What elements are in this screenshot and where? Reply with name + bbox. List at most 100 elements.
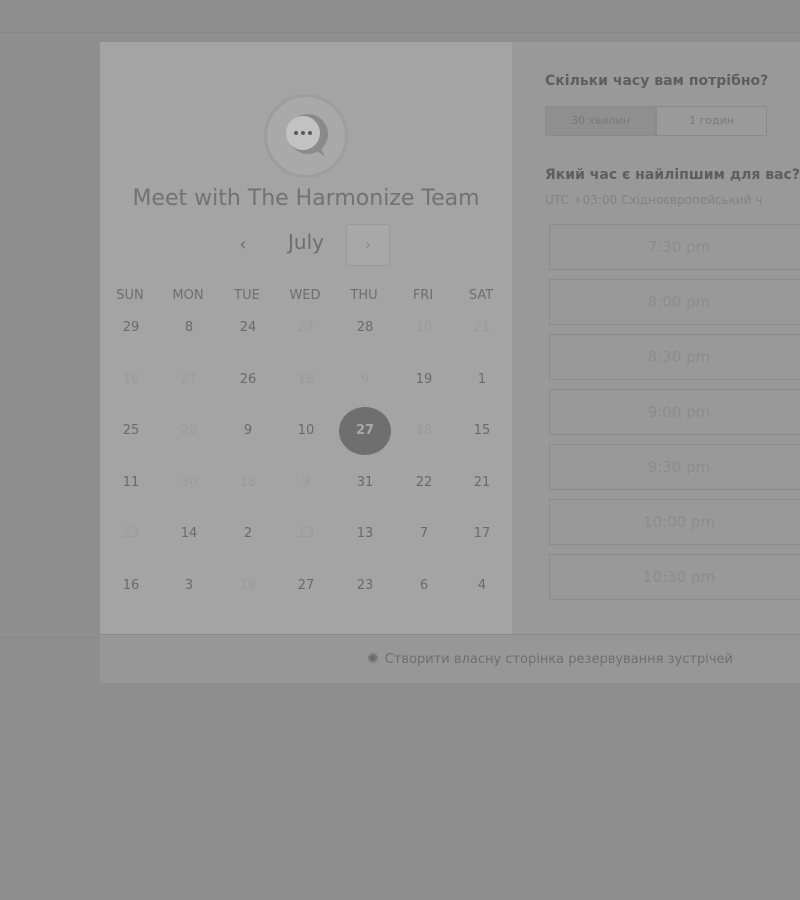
calendar-day-number: 25 (122, 423, 140, 438)
calendar-day[interactable]: 1 (456, 356, 508, 404)
calendar-day[interactable]: 28 (339, 304, 391, 352)
calendar-day-number: 30 (180, 475, 198, 490)
calendar-day[interactable]: 25 (105, 407, 157, 455)
calendar-day-number: 19 (239, 578, 257, 593)
chevron-left-icon: ‹ (239, 234, 247, 255)
time-slot[interactable]: 10:30 pm (549, 554, 800, 600)
page-divider-top (0, 32, 800, 33)
calendar-day-selected[interactable]: 27 (339, 407, 391, 455)
dow-thu: THU (350, 288, 378, 303)
calendar-day-number: 23 (356, 578, 374, 593)
duration-30min-button[interactable]: 30 хвилин (545, 106, 656, 136)
calendar-day[interactable]: 22 (398, 459, 450, 507)
calendar-day-number: 26 (239, 372, 257, 387)
calendar-day-number: 2 (243, 526, 253, 541)
calendar-day[interactable]: 9 (222, 407, 274, 455)
time-slot[interactable]: 8:00 pm (549, 279, 800, 325)
calendar-day-number: 23 (122, 526, 140, 541)
calendar-day-number: 11 (122, 475, 140, 490)
hubspot-sprocket-icon: ✺ (367, 651, 379, 667)
calendar-day-number: 19 (415, 372, 433, 387)
calendar-day[interactable]: 24 (222, 304, 274, 352)
calendar-day-number: 16 (122, 372, 140, 387)
calendar-day[interactable]: 16 (105, 562, 157, 610)
prev-month-button[interactable]: ‹ (230, 232, 256, 258)
duration-toggle: 30 хвилин 1 годин (545, 106, 767, 136)
calendar-day-number: 13 (356, 526, 374, 541)
calendar-day[interactable]: 2 (222, 510, 274, 558)
time-slot[interactable]: 9:00 pm (549, 389, 800, 435)
chat-bubble-icon (286, 114, 328, 157)
calendar-day[interactable]: 4 (456, 562, 508, 610)
time-slot[interactable]: 8:30 pm (549, 334, 800, 380)
calendar-day: 27 (163, 356, 215, 404)
calendar-day: 13 (280, 510, 332, 558)
dow-sun: SUN (116, 288, 144, 303)
next-month-button[interactable]: › (346, 224, 390, 266)
calendar-day[interactable]: 19 (398, 356, 450, 404)
calendar-day-number: 21 (473, 475, 491, 490)
dow-wed: WED (289, 288, 321, 303)
calendar-day-number: 4 (477, 578, 487, 593)
month-label: July (288, 230, 324, 254)
calendar-day[interactable]: 7 (398, 510, 450, 558)
calendar-day[interactable]: 8 (163, 304, 215, 352)
time-question: Який час є найліпшим для вас? (545, 167, 800, 183)
calendar-day: 18 (398, 407, 450, 455)
calendar-day-number: 21 (473, 320, 491, 335)
calendar-day[interactable]: 26 (222, 356, 274, 404)
calendar-day-number: 17 (473, 526, 491, 541)
calendar-day: 10 (398, 304, 450, 352)
create-booking-page-link[interactable]: ✺ Створити власну сторінка резервування … (367, 651, 733, 667)
calendar-day[interactable]: 6 (398, 562, 450, 610)
calendar-day-number: 8 (184, 320, 194, 335)
calendar-day-number: 13 (297, 526, 315, 541)
time-slot[interactable]: 9:30 pm (549, 444, 800, 490)
calendar-day-number: 31 (356, 475, 374, 490)
calendar-day[interactable]: 31 (339, 459, 391, 507)
calendar-day-number: 20 (180, 423, 198, 438)
timezone-selector[interactable]: UTC +03:00 Східноєвропейський ч (545, 193, 762, 207)
calendar-day: 16 (105, 356, 157, 404)
calendar-day: 23 (105, 510, 157, 558)
calendar-day: 18 (222, 459, 274, 507)
time-slot[interactable]: 10:00 pm (549, 499, 800, 545)
calendar-day-number: 9 (360, 372, 370, 387)
calendar-day[interactable]: 3 (163, 562, 215, 610)
calendar-day-number: 27 (297, 578, 315, 593)
calendar-day[interactable]: 17 (456, 510, 508, 558)
calendar-day: 19 (222, 562, 274, 610)
calendar-day-number: 28 (356, 320, 374, 335)
chevron-right-icon: › (364, 235, 372, 254)
meeting-booking-modal: Meet with The Harmonize Team ‹ July › SU… (100, 42, 800, 683)
calendar-day-number: 18 (415, 423, 433, 438)
calendar-day: 18 (280, 356, 332, 404)
calendar-day-number: 27 (180, 372, 198, 387)
calendar-day-number: 10 (415, 320, 433, 335)
dow-mon: MON (172, 288, 204, 303)
dow-tue: TUE (234, 288, 260, 303)
calendar-day[interactable]: 23 (339, 562, 391, 610)
calendar-day: 20 (163, 407, 215, 455)
calendar-day[interactable]: 13 (339, 510, 391, 558)
calendar-day-number: 1 (477, 372, 487, 387)
calendar-day-number: 24 (239, 320, 257, 335)
calendar-day[interactable]: 11 (105, 459, 157, 507)
calendar-day[interactable]: 14 (163, 510, 215, 558)
calendar-day-number: 9 (243, 423, 253, 438)
calendar-day-number: 10 (297, 423, 315, 438)
duration-1hour-button[interactable]: 1 годин (656, 106, 767, 136)
calendar-day[interactable]: 15 (456, 407, 508, 455)
calendar-day[interactable]: 27 (280, 562, 332, 610)
dow-sat: SAT (468, 288, 494, 303)
calendar-day-number: 14 (180, 526, 198, 541)
create-booking-page-label: Створити власну сторінка резервування зу… (384, 651, 733, 667)
calendar-panel: Meet with The Harmonize Team ‹ July › SU… (100, 42, 512, 634)
calendar-day[interactable]: 10 (280, 407, 332, 455)
calendar-day[interactable]: 21 (456, 459, 508, 507)
time-slot[interactable]: 7:30 pm (549, 224, 800, 270)
calendar-day-number: 16 (122, 578, 140, 593)
meeting-title: Meet with The Harmonize Team (132, 186, 480, 211)
calendar-day: 30 (163, 459, 215, 507)
calendar-day[interactable]: 29 (105, 304, 157, 352)
